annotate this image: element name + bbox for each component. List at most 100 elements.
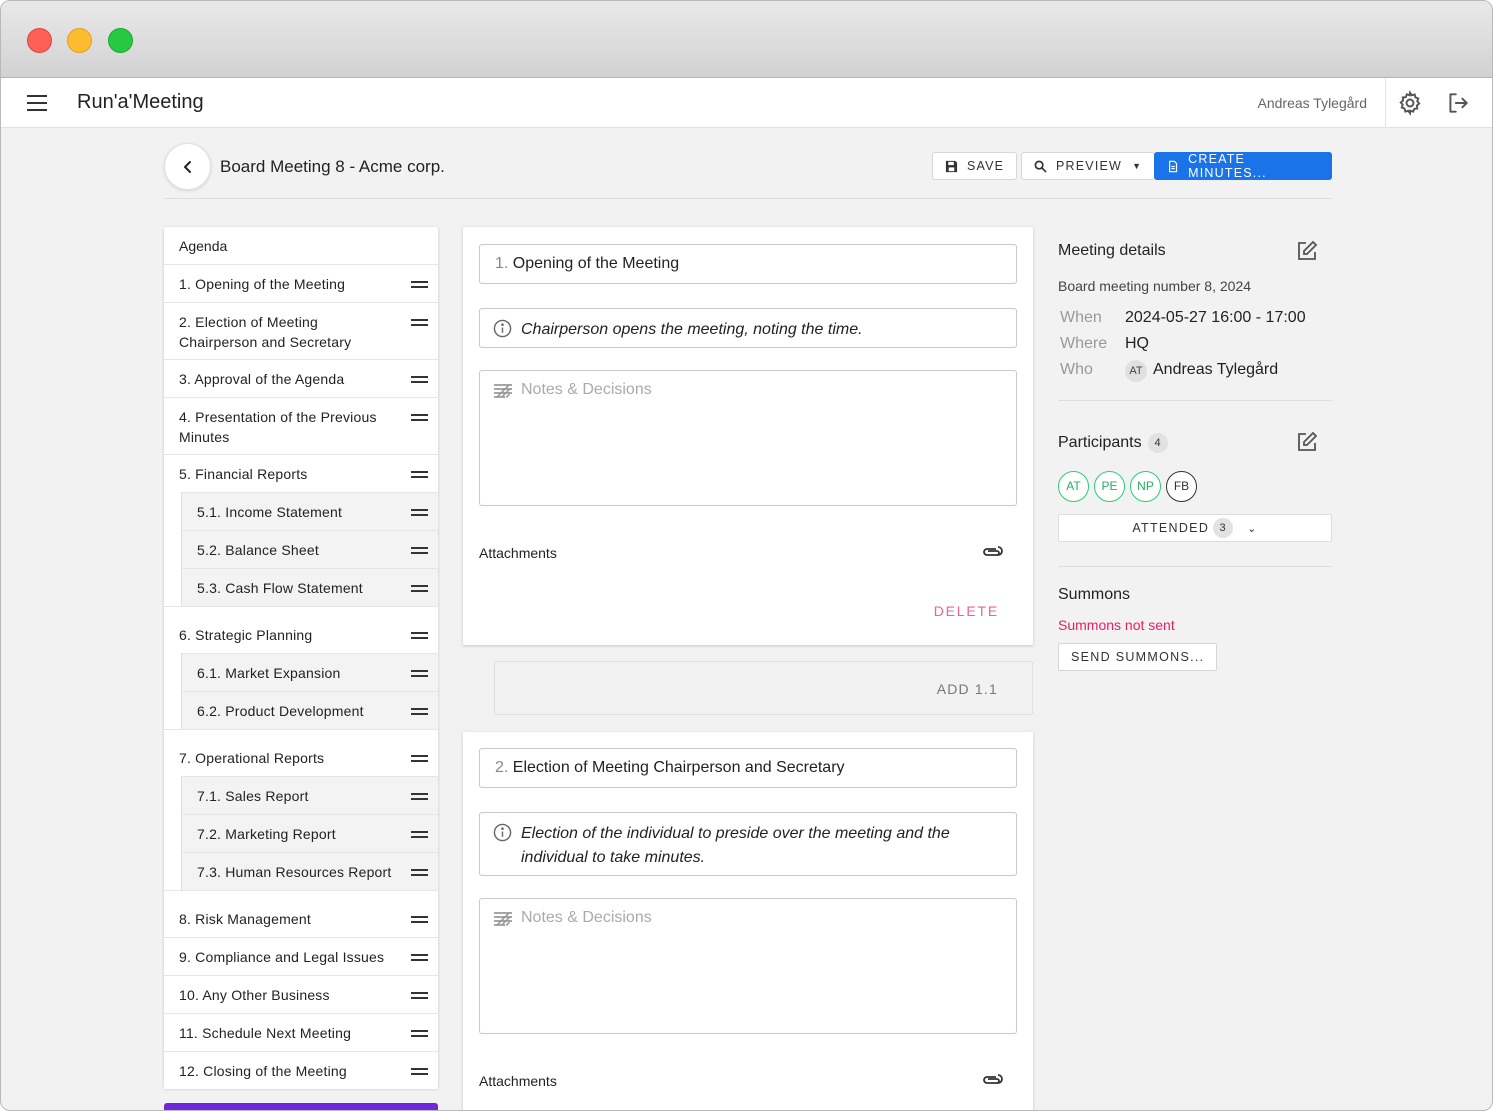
- create-minutes-button[interactable]: CREATE MINUTES...: [1154, 152, 1332, 180]
- resize-handle-icon[interactable]: [493, 911, 513, 927]
- maximize-window-button[interactable]: [108, 28, 133, 53]
- participant-avatar[interactable]: NP: [1130, 471, 1161, 502]
- drag-handle-icon[interactable]: [411, 954, 428, 961]
- back-button[interactable]: [164, 143, 211, 190]
- participants-heading: Participants 4: [1058, 433, 1168, 453]
- paperclip-icon[interactable]: [981, 545, 1003, 559]
- agenda-subitem[interactable]: 5.1. Income Statement: [181, 492, 438, 530]
- paperclip-icon[interactable]: [981, 1073, 1003, 1087]
- appbar-divider: [1385, 78, 1386, 128]
- item-title-field[interactable]: 1. Opening of the Meeting: [479, 244, 1017, 284]
- chevron-down-icon: ⌄: [1247, 523, 1258, 535]
- close-window-button[interactable]: [27, 28, 52, 53]
- agenda-item[interactable]: 5. Financial Reports: [164, 454, 438, 492]
- edit-details-icon[interactable]: [1296, 240, 1318, 262]
- agenda-item[interactable]: 1. Opening of the Meeting: [164, 264, 438, 302]
- agenda-subitem[interactable]: 5.2. Balance Sheet: [181, 530, 438, 568]
- send-summons-button[interactable]: SEND SUMMONS...: [1058, 643, 1218, 671]
- item-title-field[interactable]: 2. Election of Meeting Chairperson and S…: [479, 748, 1017, 788]
- participants-count: 4: [1147, 433, 1168, 453]
- agenda-item[interactable]: 12. Closing of the Meeting: [164, 1051, 438, 1089]
- edit-participants-icon[interactable]: [1296, 431, 1318, 453]
- drag-handle-icon[interactable]: [411, 585, 428, 592]
- drag-handle-icon[interactable]: [411, 1030, 428, 1037]
- agenda-subitem[interactable]: 6.2. Product Development: [181, 691, 438, 729]
- agenda-add-bar[interactable]: [164, 1103, 438, 1110]
- item-description-field[interactable]: Chairperson opens the meeting, noting th…: [479, 308, 1017, 348]
- info-icon: [493, 319, 512, 338]
- notes-placeholder: Notes & Decisions: [521, 381, 652, 398]
- agenda-item-label: 9. Compliance and Legal Issues: [179, 949, 385, 965]
- where-value: HQ: [1125, 335, 1149, 352]
- add-subitem-button[interactable]: ADD 1.1: [494, 661, 1033, 715]
- drag-handle-icon[interactable]: [411, 670, 428, 677]
- drag-handle-icon[interactable]: [411, 755, 428, 762]
- item-description: Chairperson opens the meeting, noting th…: [521, 321, 863, 338]
- drag-handle-icon[interactable]: [411, 281, 428, 288]
- delete-button[interactable]: DELETE: [934, 603, 999, 619]
- drag-handle-icon[interactable]: [411, 471, 428, 478]
- save-label: SAVE: [967, 159, 1005, 173]
- agenda-item-label: 6.1. Market Expansion: [197, 665, 341, 681]
- agenda-subitem[interactable]: 5.3. Cash Flow Statement: [181, 568, 438, 606]
- preview-button[interactable]: PREVIEW ▼: [1021, 152, 1156, 180]
- agenda-item-label: 7.1. Sales Report: [197, 788, 309, 804]
- item-description: Election of the individual to preside ov…: [521, 825, 950, 866]
- participant-avatar[interactable]: PE: [1094, 471, 1125, 502]
- drag-handle-icon[interactable]: [411, 509, 428, 516]
- caret-down-icon: ▼: [1132, 161, 1143, 171]
- info-icon: [493, 823, 512, 842]
- drag-handle-icon[interactable]: [411, 547, 428, 554]
- agenda-subitem[interactable]: 7.1. Sales Report: [181, 776, 438, 814]
- drag-handle-icon[interactable]: [411, 793, 428, 800]
- notes-textarea[interactable]: Notes & Decisions: [479, 898, 1017, 1034]
- drag-handle-icon[interactable]: [411, 992, 428, 999]
- agenda-subitem[interactable]: 7.3. Human Resources Report: [181, 852, 438, 890]
- document-icon: [1168, 160, 1178, 172]
- drag-handle-icon[interactable]: [411, 632, 428, 639]
- agenda-item-label: 1. Opening of the Meeting: [179, 276, 346, 292]
- agenda-item-label: 5. Financial Reports: [179, 466, 308, 482]
- participant-avatar[interactable]: AT: [1058, 471, 1089, 502]
- window-titlebar: [1, 1, 1492, 78]
- drag-handle-icon[interactable]: [411, 376, 428, 383]
- drag-handle-icon[interactable]: [411, 319, 428, 326]
- agenda-item[interactable]: 11. Schedule Next Meeting: [164, 1013, 438, 1051]
- participant-avatar[interactable]: FB: [1166, 471, 1197, 502]
- logout-icon[interactable]: [1445, 90, 1471, 116]
- agenda-panel: Agenda 1. Opening of the Meeting 2. Elect…: [164, 227, 438, 1089]
- drag-handle-icon[interactable]: [411, 1068, 428, 1075]
- drag-handle-icon[interactable]: [411, 831, 428, 838]
- divider: [1058, 400, 1332, 401]
- drag-handle-icon[interactable]: [411, 916, 428, 923]
- minimize-window-button[interactable]: [67, 28, 92, 53]
- save-button[interactable]: SAVE: [932, 152, 1018, 180]
- user-name: Andreas Tylegård: [1257, 95, 1367, 111]
- agenda-item[interactable]: 9. Compliance and Legal Issues: [164, 937, 438, 975]
- notes-textarea[interactable]: Notes & Decisions: [479, 370, 1017, 506]
- item-description-field[interactable]: Election of the individual to preside ov…: [479, 812, 1017, 876]
- participants-label: Participants: [1058, 434, 1142, 451]
- agenda-item[interactable]: 10. Any Other Business: [164, 975, 438, 1013]
- summons-status: Summons not sent: [1058, 617, 1175, 633]
- attended-dropdown[interactable]: ATTENDED 3 ⌄: [1058, 514, 1332, 542]
- who-label: Who: [1060, 361, 1093, 378]
- agenda-item-label: 2. Election of Meeting Chairperson and S…: [179, 314, 352, 350]
- menu-icon[interactable]: [27, 95, 47, 111]
- meeting-details-heading: Meeting details: [1058, 242, 1166, 259]
- agenda-item[interactable]: 8. Risk Management: [164, 890, 438, 937]
- drag-handle-icon[interactable]: [411, 414, 428, 421]
- agenda-item[interactable]: 7. Operational Reports: [164, 729, 438, 776]
- agenda-item[interactable]: 2. Election of Meeting Chairperson and S…: [164, 302, 438, 359]
- drag-handle-icon[interactable]: [411, 869, 428, 876]
- agenda-subitem[interactable]: 7.2. Marketing Report: [181, 814, 438, 852]
- resize-handle-icon[interactable]: [493, 383, 513, 399]
- agenda-item[interactable]: 6. Strategic Planning: [164, 606, 438, 653]
- agenda-item-label: 11. Schedule Next Meeting: [179, 1025, 352, 1041]
- agenda-subitem[interactable]: 6.1. Market Expansion: [181, 653, 438, 691]
- drag-handle-icon[interactable]: [411, 708, 428, 715]
- gear-icon[interactable]: [1397, 90, 1423, 116]
- who-avatar: AT: [1125, 360, 1147, 382]
- agenda-item[interactable]: 4. Presentation of the Previous Minutes: [164, 397, 438, 454]
- agenda-item[interactable]: 3. Approval of the Agenda: [164, 359, 438, 397]
